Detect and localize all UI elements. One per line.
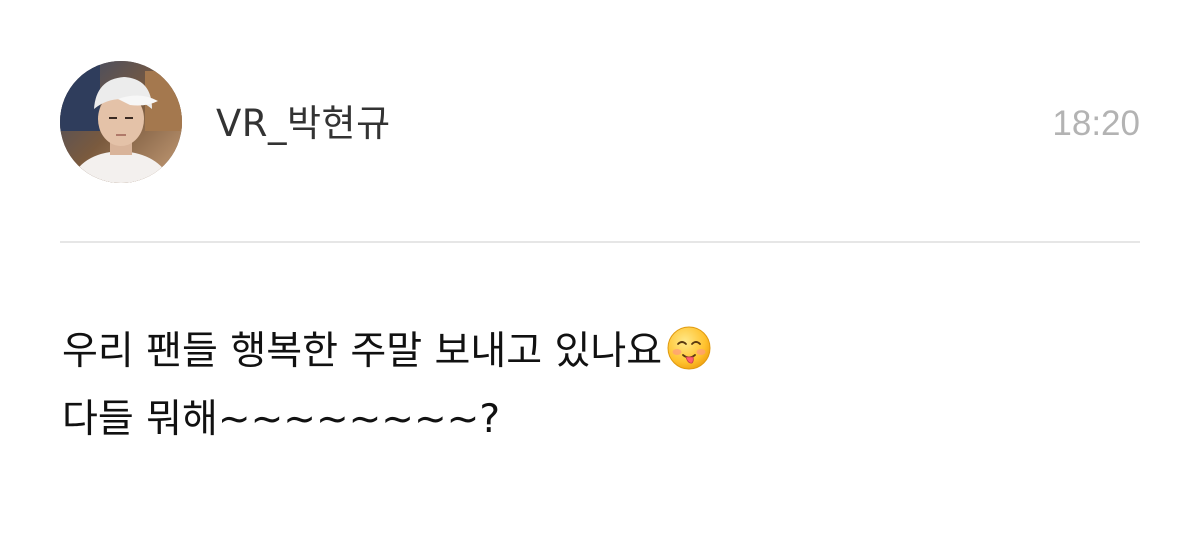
avatar[interactable] (60, 61, 182, 183)
avatar-photo (60, 61, 182, 183)
message-card: VR_박현규 18:20 우리 팬들 행복한 주말 보내고 있나요 다들 뭐해~… (0, 0, 1200, 553)
sender-name[interactable]: VR_박현규 (216, 102, 391, 146)
message-line: 우리 팬들 행복한 주말 보내고 있나요 (62, 318, 1142, 386)
divider (60, 241, 1140, 243)
savoring-face-icon (666, 325, 712, 371)
message-text: 우리 팬들 행복한 주말 보내고 있나요 (62, 329, 663, 374)
message-header: VR_박현규 18:20 (60, 60, 1140, 184)
message-body: 우리 팬들 행복한 주말 보내고 있나요 다들 뭐해~~~~~~~~? (62, 318, 1142, 454)
message-line: 다들 뭐해~~~~~~~~? (62, 397, 501, 442)
timestamp: 18:20 (1052, 104, 1140, 143)
